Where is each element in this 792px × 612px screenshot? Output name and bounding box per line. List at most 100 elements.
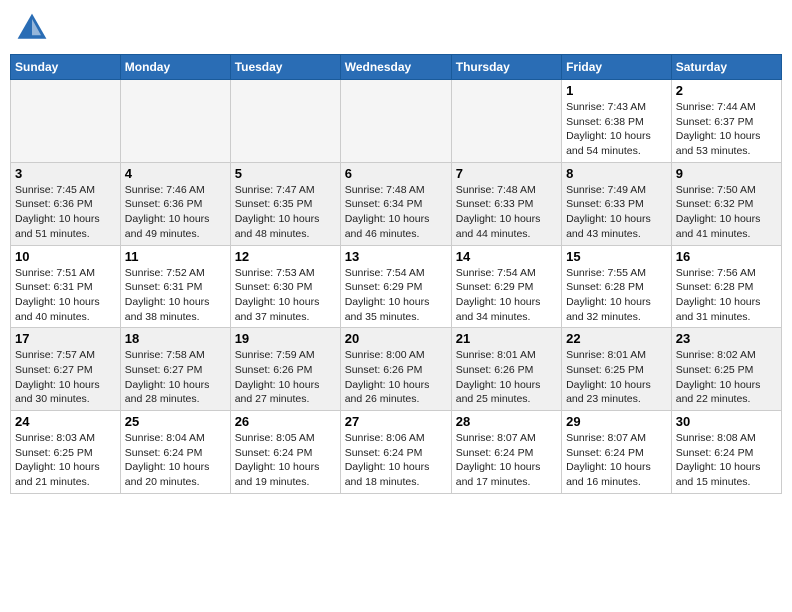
calendar-cell [230,80,340,163]
calendar-cell: 12Sunrise: 7:53 AMSunset: 6:30 PMDayligh… [230,245,340,328]
calendar-cell: 30Sunrise: 8:08 AMSunset: 6:24 PMDayligh… [671,411,781,494]
day-info: Sunrise: 7:48 AMSunset: 6:33 PMDaylight:… [456,183,557,242]
day-info: Sunrise: 7:47 AMSunset: 6:35 PMDaylight:… [235,183,336,242]
weekday-header: Thursday [451,55,561,80]
page-header [10,10,782,46]
day-info: Sunrise: 7:54 AMSunset: 6:29 PMDaylight:… [456,266,557,325]
calendar-cell: 6 Sunrise: 7:48 AMSunset: 6:34 PMDaylight… [340,162,451,245]
day-info: Sunrise: 7:46 AMSunset: 6:36 PMDaylight:… [125,183,226,242]
day-info: Sunrise: 8:01 AMSunset: 6:26 PMDaylight:… [456,348,557,407]
day-number: 18 [125,331,226,346]
day-number: 19 [235,331,336,346]
day-number: 9 [676,166,777,181]
day-number: 5 [235,166,336,181]
day-number: 1 [566,83,667,98]
day-number: 26 [235,414,336,429]
day-info: Sunrise: 8:06 AMSunset: 6:24 PMDaylight:… [345,431,447,490]
day-info: Sunrise: 7:52 AMSunset: 6:31 PMDaylight:… [125,266,226,325]
day-info: Sunrise: 8:03 AMSunset: 6:25 PMDaylight:… [15,431,116,490]
weekday-header: Wednesday [340,55,451,80]
day-number: 14 [456,249,557,264]
day-info: Sunrise: 7:50 AMSunset: 6:32 PMDaylight:… [676,183,777,242]
calendar-cell: 22 Sunrise: 8:01 AMSunset: 6:25 PMDayligh… [562,328,672,411]
calendar-cell: 19 Sunrise: 7:59 AMSunset: 6:26 PMDayligh… [230,328,340,411]
calendar-cell: 9 Sunrise: 7:50 AMSunset: 6:32 PMDaylight… [671,162,781,245]
day-number: 17 [15,331,116,346]
day-info: Sunrise: 8:02 AMSunset: 6:25 PMDaylight:… [676,348,777,407]
weekday-header: Sunday [11,55,121,80]
day-number: 16 [676,249,777,264]
calendar-week-row: 1 Sunrise: 7:43 AMSunset: 6:38 PMDaylight… [11,80,782,163]
day-info: Sunrise: 7:57 AMSunset: 6:27 PMDaylight:… [15,348,116,407]
calendar-week-row: 10 Sunrise: 7:51 AMSunset: 6:31 PMDayligh… [11,245,782,328]
day-number: 21 [456,331,557,346]
calendar-cell: 26 Sunrise: 8:05 AMSunset: 6:24 PMDayligh… [230,411,340,494]
day-info: Sunrise: 7:45 AMSunset: 6:36 PMDaylight:… [15,183,116,242]
day-number: 11 [125,249,226,264]
day-info: Sunrise: 7:48 AMSunset: 6:34 PMDaylight:… [345,183,447,242]
calendar-cell: 23 Sunrise: 8:02 AMSunset: 6:25 PMDayligh… [671,328,781,411]
day-info: Sunrise: 8:04 AMSunset: 6:24 PMDaylight:… [125,431,226,490]
day-number: 23 [676,331,777,346]
logo-icon [14,10,50,46]
calendar-cell: 16 Sunrise: 7:56 AMSunset: 6:28 PMDayligh… [671,245,781,328]
day-info: Sunrise: 7:43 AMSunset: 6:38 PMDaylight:… [566,100,667,159]
day-number: 13 [345,249,447,264]
day-info: Sunrise: 7:56 AMSunset: 6:28 PMDaylight:… [676,266,777,325]
day-number: 3 [15,166,116,181]
day-number: 25 [125,414,226,429]
calendar-cell: 29 Sunrise: 8:07 AMSunset: 6:24 PMDayligh… [562,411,672,494]
logo [14,10,54,46]
day-info: Sunrise: 8:08 AMSunset: 6:24 PMDaylight:… [676,431,777,490]
calendar-cell: 20 Sunrise: 8:00 AMSunset: 6:26 PMDayligh… [340,328,451,411]
calendar-cell: 18 Sunrise: 7:58 AMSunset: 6:27 PMDayligh… [120,328,230,411]
day-info: Sunrise: 8:07 AMSunset: 6:24 PMDaylight:… [566,431,667,490]
day-number: 27 [345,414,447,429]
calendar-cell: 17 Sunrise: 7:57 AMSunset: 6:27 PMDayligh… [11,328,121,411]
calendar-cell: 7 Sunrise: 7:48 AMSunset: 6:33 PMDaylight… [451,162,561,245]
day-info: Sunrise: 7:54 AMSunset: 6:29 PMDaylight:… [345,266,447,325]
calendar-cell: 15 Sunrise: 7:55 AMSunset: 6:28 PMDayligh… [562,245,672,328]
calendar-cell: 14 Sunrise: 7:54 AMSunset: 6:29 PMDayligh… [451,245,561,328]
calendar-cell: 3 Sunrise: 7:45 AMSunset: 6:36 PMDaylight… [11,162,121,245]
calendar-week-row: 17 Sunrise: 7:57 AMSunset: 6:27 PMDayligh… [11,328,782,411]
day-info: Sunrise: 8:07 AMSunset: 6:24 PMDaylight:… [456,431,557,490]
day-number: 15 [566,249,667,264]
calendar-cell: 13 Sunrise: 7:54 AMSunset: 6:29 PMDayligh… [340,245,451,328]
calendar-cell: 28 Sunrise: 8:07 AMSunset: 6:24 PMDayligh… [451,411,561,494]
calendar-cell: 25 Sunrise: 8:04 AMSunset: 6:24 PMDayligh… [120,411,230,494]
day-number: 22 [566,331,667,346]
calendar-week-row: 3 Sunrise: 7:45 AMSunset: 6:36 PMDaylight… [11,162,782,245]
day-number: 6 [345,166,447,181]
calendar-week-row: 24Sunrise: 8:03 AMSunset: 6:25 PMDayligh… [11,411,782,494]
day-number: 4 [125,166,226,181]
day-info: Sunrise: 8:01 AMSunset: 6:25 PMDaylight:… [566,348,667,407]
day-info: Sunrise: 7:44 AMSunset: 6:37 PMDaylight:… [676,100,777,159]
day-info: Sunrise: 7:55 AMSunset: 6:28 PMDaylight:… [566,266,667,325]
day-number: 20 [345,331,447,346]
day-info: Sunrise: 8:05 AMSunset: 6:24 PMDaylight:… [235,431,336,490]
day-number: 8 [566,166,667,181]
day-number: 28 [456,414,557,429]
day-info: Sunrise: 7:58 AMSunset: 6:27 PMDaylight:… [125,348,226,407]
day-number: 29 [566,414,667,429]
day-info: Sunrise: 7:59 AMSunset: 6:26 PMDaylight:… [235,348,336,407]
weekday-header: Saturday [671,55,781,80]
day-info: Sunrise: 7:49 AMSunset: 6:33 PMDaylight:… [566,183,667,242]
calendar-cell: 10 Sunrise: 7:51 AMSunset: 6:31 PMDayligh… [11,245,121,328]
weekday-header: Friday [562,55,672,80]
day-info: Sunrise: 7:51 AMSunset: 6:31 PMDaylight:… [15,266,116,325]
calendar-header-row: SundayMondayTuesdayWednesdayThursdayFrid… [11,55,782,80]
day-number: 7 [456,166,557,181]
day-number: 2 [676,83,777,98]
calendar-cell: 11 Sunrise: 7:52 AMSunset: 6:31 PMDayligh… [120,245,230,328]
weekday-header: Monday [120,55,230,80]
day-info: Sunrise: 8:00 AMSunset: 6:26 PMDaylight:… [345,348,447,407]
calendar-cell: 21 Sunrise: 8:01 AMSunset: 6:26 PMDayligh… [451,328,561,411]
calendar-table: SundayMondayTuesdayWednesdayThursdayFrid… [10,54,782,494]
calendar-cell: 2 Sunrise: 7:44 AMSunset: 6:37 PMDaylight… [671,80,781,163]
calendar-cell [120,80,230,163]
day-number: 12 [235,249,336,264]
calendar-cell: 1 Sunrise: 7:43 AMSunset: 6:38 PMDaylight… [562,80,672,163]
day-number: 10 [15,249,116,264]
